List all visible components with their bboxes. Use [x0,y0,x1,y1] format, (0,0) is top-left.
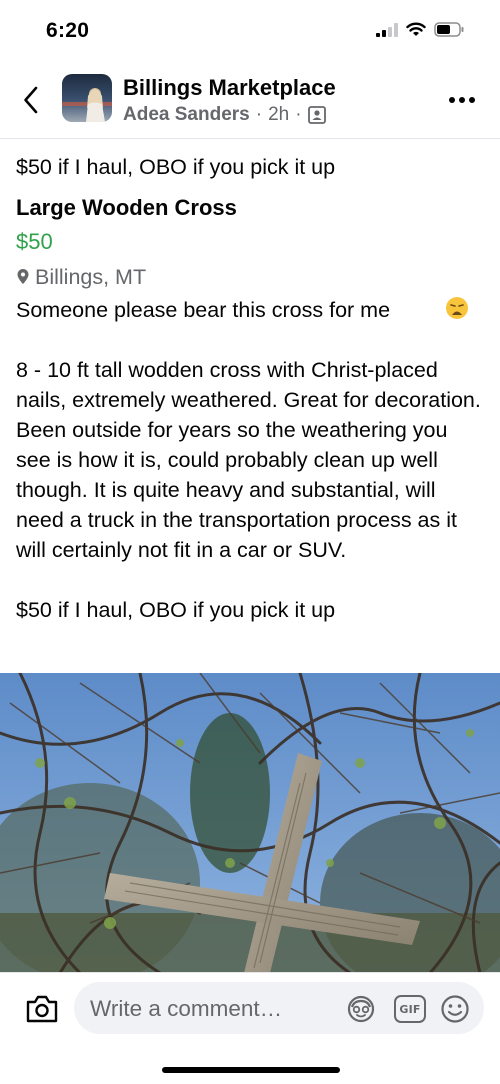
chevron-left-icon [24,86,38,114]
cellular-signal-icon [376,22,398,37]
smiley-icon[interactable] [440,994,470,1024]
status-icons [376,22,464,37]
listing-location[interactable]: Billings, MT [16,262,486,292]
group-avatar[interactable] [62,74,112,122]
avatar-sticker-icon[interactable] [346,994,376,1024]
battery-icon [434,22,464,37]
description-text: Someone please bear this cross for me 8 … [16,298,481,622]
post-meta: Adea Sanders · 2h · [123,104,326,126]
weary-face-emoji [446,297,468,319]
status-time: 6:20 [46,19,90,42]
meta-separator: · [295,104,302,125]
gif-icon[interactable]: GIF [394,995,426,1023]
comment-bar: Write a comment… GIF [0,972,500,1084]
listing-photo[interactable] [0,673,500,973]
group-name[interactable]: Billings Marketplace [123,75,336,101]
map-pin-icon [17,269,29,284]
comment-placeholder: Write a comment… [90,996,283,1021]
meta-separator: · [255,104,263,125]
home-indicator [162,1067,340,1073]
location-text: Billings, MT [35,265,147,289]
back-button[interactable] [14,82,48,118]
camera-icon[interactable] [24,991,60,1027]
listing-description: Someone please bear this cross for me 8 … [16,295,486,625]
more-options-button[interactable] [442,88,482,112]
comment-input[interactable]: Write a comment… GIF [74,982,484,1034]
listing-price: $50 [16,229,53,254]
listing-summary: $50 if I haul, OBO if you pick it up [16,155,336,179]
post-header: Billings Marketplace Adea Sanders · 2h · [0,62,500,139]
gif-label: GIF [399,1002,421,1016]
post-time[interactable]: 2h [268,104,289,126]
status-bar: 6:20 [0,0,500,60]
listing-title: Large Wooden Cross [16,195,237,220]
group-member-icon [307,106,326,124]
author-name[interactable]: Adea Sanders [123,104,250,126]
wifi-icon [406,22,426,36]
more-horizontal-icon [449,97,455,103]
